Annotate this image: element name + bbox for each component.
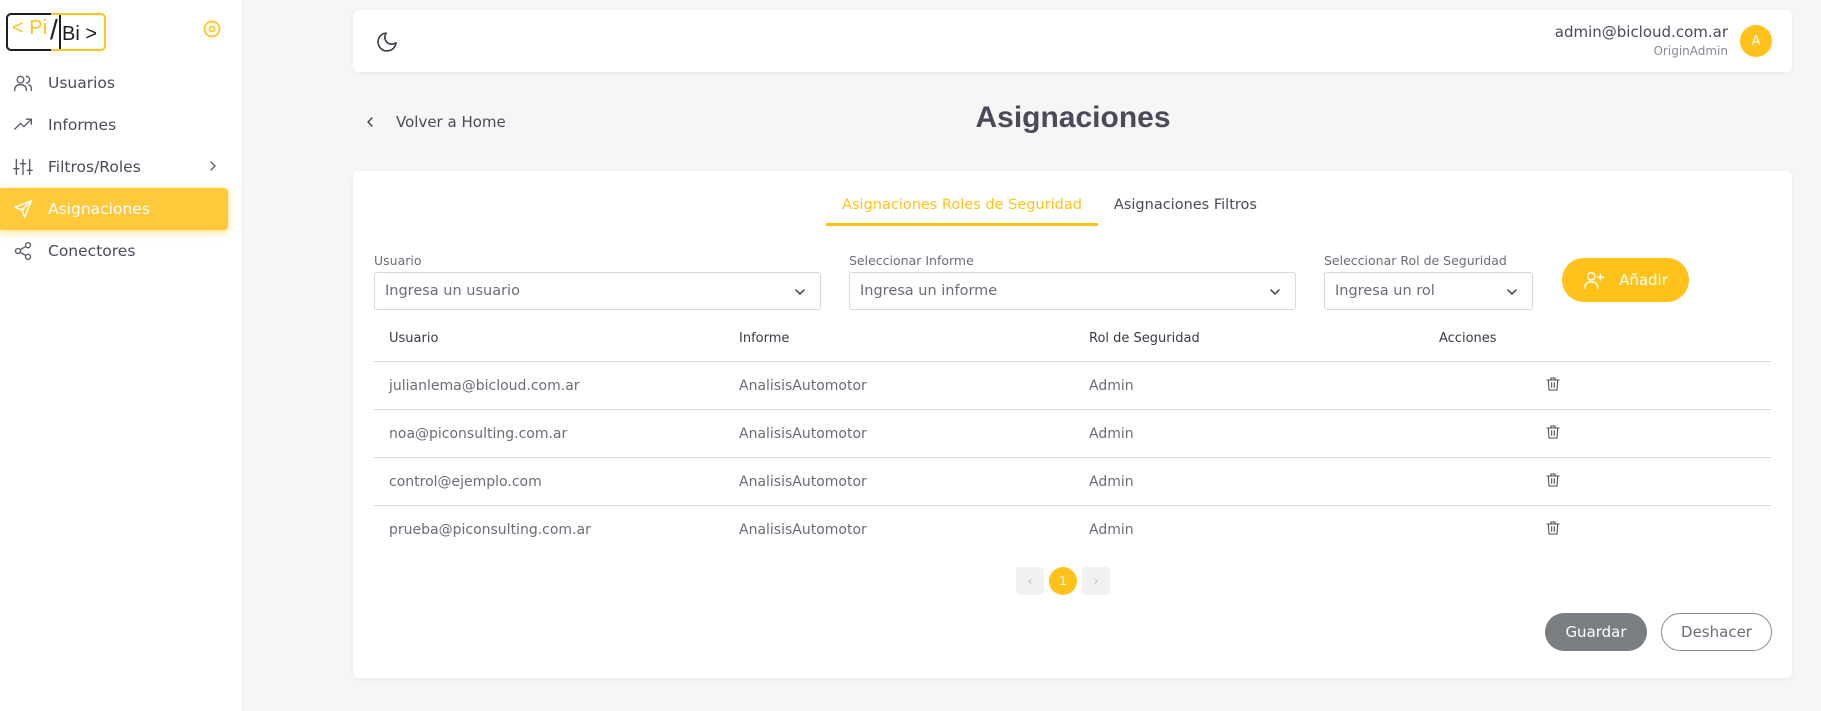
- trash-icon[interactable]: [1545, 424, 1561, 440]
- user-email: admin@bicloud.com.ar: [1554, 23, 1728, 41]
- cell-acciones: [1424, 520, 1624, 540]
- assignments-table: Usuario Informe Rol de Seguridad Accione…: [374, 316, 1771, 554]
- trash-icon[interactable]: [1545, 376, 1561, 392]
- table-row: prueba@piconsulting.com.ar AnalisisAutom…: [374, 506, 1771, 554]
- cell-rol: Admin: [1089, 425, 1134, 442]
- share-icon: [14, 242, 32, 260]
- trash-icon[interactable]: [1545, 472, 1561, 488]
- logo-text-pi: < Pi: [12, 17, 48, 39]
- prev-page-button[interactable]: ‹: [1016, 567, 1044, 595]
- sidebar-item-asignaciones[interactable]: Asignaciones: [0, 188, 228, 230]
- table-row: julianlema@bicloud.com.ar AnalisisAutomo…: [374, 362, 1771, 410]
- sidebar-item-filtros-roles[interactable]: Filtros/Roles: [0, 146, 243, 188]
- tab-roles-seguridad[interactable]: Asignaciones Roles de Seguridad: [826, 197, 1098, 226]
- tab-bar: Asignaciones Roles de Seguridad Asignaci…: [353, 197, 1792, 226]
- sidebar-nav: Usuarios Informes Filtros/Roles Asignaci…: [0, 62, 243, 272]
- cell-usuario: noa@piconsulting.com.ar: [389, 425, 568, 442]
- cell-informe: AnalisisAutomotor: [739, 522, 867, 538]
- back-label: Volver a Home: [396, 113, 506, 131]
- user-filter-label: Usuario: [374, 253, 422, 268]
- chevron-left-icon: [367, 117, 373, 127]
- cell-usuario: prueba@piconsulting.com.ar: [389, 522, 591, 538]
- role-filter-label: Seleccionar Rol de Seguridad: [1324, 253, 1507, 268]
- user-select-placeholder: Ingresa un usuario: [385, 283, 520, 299]
- chevron-right-icon: [210, 161, 216, 171]
- user-plus-icon: [1584, 271, 1604, 289]
- moon-icon[interactable]: [375, 30, 399, 54]
- column-header-informe: Informe: [739, 331, 790, 346]
- table-header: Usuario Informe Rol de Seguridad Accione…: [374, 316, 1771, 362]
- cell-rol: Admin: [1089, 377, 1134, 394]
- users-icon: [14, 75, 32, 92]
- table-row: noa@piconsulting.com.ar AnalisisAutomoto…: [374, 410, 1771, 458]
- sidebar-item-label: Informes: [48, 116, 117, 134]
- next-page-button[interactable]: ›: [1082, 567, 1110, 595]
- top-bar: admin@bicloud.com.ar OriginAdmin A: [353, 10, 1792, 72]
- cell-informe: AnalisisAutomotor: [739, 377, 867, 394]
- role-select-placeholder: Ingresa un rol: [1335, 283, 1435, 299]
- logo-slash: /: [50, 14, 58, 45]
- chevron-down-icon: [1507, 289, 1517, 296]
- cell-rol: Admin: [1089, 473, 1134, 490]
- table-row: control@ejemplo.com AnalisisAutomotor Ad…: [374, 458, 1771, 506]
- role-select[interactable]: Ingresa un rol: [1324, 272, 1533, 310]
- avatar[interactable]: A: [1740, 25, 1772, 57]
- cell-informe: AnalisisAutomotor: [739, 425, 867, 442]
- sidebar-item-label: Filtros/Roles: [48, 158, 141, 176]
- back-to-home-link[interactable]: Volver a Home: [362, 113, 506, 131]
- sidebar-item-usuarios[interactable]: Usuarios: [0, 62, 243, 104]
- page-title: Asignaciones: [975, 101, 1171, 134]
- assignments-card: Asignaciones Roles de Seguridad Asignaci…: [353, 171, 1792, 678]
- cell-acciones: [1424, 376, 1624, 396]
- cell-usuario: julianlema@bicloud.com.ar: [389, 377, 580, 394]
- pibi-logo[interactable]: < Pi / Bi >: [6, 13, 106, 51]
- sidebar-item-informes[interactable]: Informes: [0, 104, 243, 146]
- column-header-rol: Rol de Seguridad: [1089, 331, 1200, 346]
- chevron-down-icon: [1270, 289, 1280, 296]
- sliders-icon: [13, 158, 33, 176]
- sidebar-item-conectores[interactable]: Conectores: [0, 230, 243, 272]
- save-button[interactable]: Guardar: [1545, 613, 1647, 651]
- cell-acciones: [1424, 472, 1624, 492]
- pagination: ‹ 1 ›: [1016, 567, 1110, 595]
- sidebar-item-label: Conectores: [48, 242, 136, 260]
- send-icon: [13, 199, 33, 219]
- page-number-button[interactable]: 1: [1049, 567, 1077, 595]
- trash-icon[interactable]: [1545, 520, 1561, 536]
- logo-text-bi: Bi >: [62, 23, 98, 45]
- sidebar: < Pi / Bi > Usuarios Informes Filtros/Ro…: [0, 0, 243, 711]
- user-select[interactable]: Ingresa un usuario: [374, 272, 821, 310]
- report-select[interactable]: Ingresa un informe: [849, 272, 1296, 310]
- undo-button[interactable]: Deshacer: [1661, 613, 1772, 651]
- sidebar-item-label: Asignaciones: [48, 200, 150, 218]
- user-role: OriginAdmin: [1653, 44, 1728, 58]
- report-filter-label: Seleccionar Informe: [849, 253, 974, 268]
- tab-filtros[interactable]: Asignaciones Filtros: [1098, 197, 1273, 226]
- chevron-down-icon: [795, 289, 805, 296]
- cell-acciones: [1424, 424, 1624, 444]
- column-header-acciones: Acciones: [1439, 331, 1497, 346]
- sidebar-item-label: Usuarios: [48, 74, 115, 92]
- cell-usuario: control@ejemplo.com: [389, 473, 542, 490]
- settings-icon[interactable]: [202, 19, 222, 39]
- report-select-placeholder: Ingresa un informe: [860, 283, 998, 299]
- add-assignment-button[interactable]: Añadir: [1562, 258, 1689, 302]
- cell-rol: Admin: [1089, 522, 1134, 538]
- add-button-label: Añadir: [1619, 271, 1668, 289]
- cell-informe: AnalisisAutomotor: [739, 473, 867, 490]
- trending-up-icon: [14, 118, 32, 130]
- column-header-usuario: Usuario: [389, 331, 439, 346]
